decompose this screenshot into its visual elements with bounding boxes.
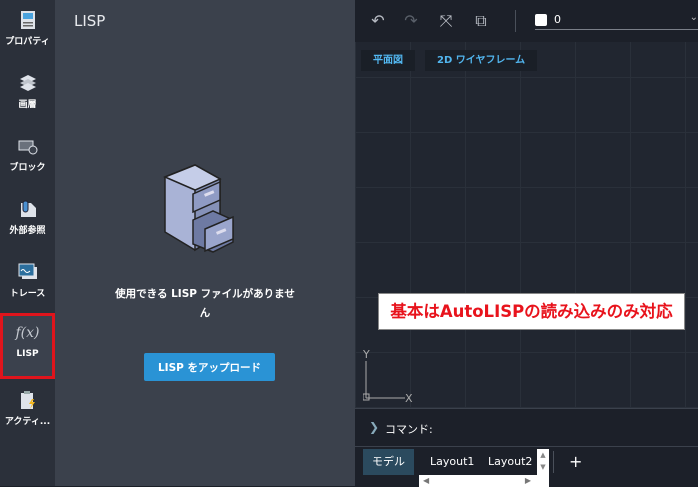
drawing-viewport[interactable]: ↶ ↷ ⤧ ⧉ 0 ⌄ 平面図 2D ワイヤフレーム Y X ❯ コマンド: モ…: [355, 0, 698, 487]
xref-icon: [20, 200, 36, 217]
layer-color-swatch: [535, 14, 547, 26]
layer-dropdown[interactable]: 0 ⌄: [535, 12, 698, 30]
tab-divider: [553, 451, 554, 473]
sidebar-item-xref[interactable]: 外部参照: [0, 189, 55, 251]
block-icon: [18, 140, 37, 155]
sidebar-item-label: LISP: [16, 349, 39, 359]
chevron-down-icon: ⌄: [689, 12, 698, 23]
layer-value: 0: [554, 13, 561, 26]
toolbar: ↶ ↷ ⤧ ⧉ 0 ⌄: [355, 0, 698, 42]
visual-style-button[interactable]: 2D ワイヤフレーム: [425, 50, 538, 71]
sidebar-item-activity[interactable]: アクティ...: [0, 380, 55, 442]
sidebar-item-label: アクティ...: [4, 417, 51, 427]
empty-message: 使用できる LISP ファイルがありません: [115, 288, 295, 319]
sidebar-item-label: 画層: [18, 100, 37, 110]
activity-icon: [20, 391, 35, 409]
add-tab-button[interactable]: +: [560, 449, 591, 475]
sidebar-item-label: ブロック: [9, 163, 46, 173]
trace-icon: [18, 263, 37, 279]
sidebar: プロパティ 画層 ブロック 外部参照 トレース f(x) LISP アクティ..…: [0, 0, 55, 486]
undo-icon[interactable]: ↶: [367, 10, 389, 32]
function-icon: f(x): [15, 325, 40, 341]
sidebar-item-label: 外部参照: [9, 226, 46, 236]
sidebar-item-properties[interactable]: プロパティ: [0, 0, 55, 62]
tab-layout1[interactable]: Layout1: [421, 449, 483, 475]
tab-layout2[interactable]: Layout2: [479, 449, 541, 475]
panel-title: LISP: [74, 12, 106, 30]
layout-tabs: モデル Layout1 Layout2 ▲ ▼ + ◀ ▶: [355, 446, 698, 487]
tab-scrollbar-vertical[interactable]: ▲ ▼: [537, 449, 549, 475]
view-button[interactable]: 平面図: [361, 50, 415, 71]
sidebar-item-lisp[interactable]: f(x) LISP: [0, 313, 55, 379]
toolbar-divider: [515, 10, 516, 32]
tab-model[interactable]: モデル: [363, 449, 414, 475]
annotation-callout: 基本はAutoLISPの読み込みのみ対応: [378, 293, 685, 330]
redo-icon[interactable]: ↷: [400, 10, 422, 32]
chevron-right-icon: ❯: [369, 420, 380, 434]
file-cabinet-icon: [163, 164, 234, 253]
command-label: コマンド:: [385, 423, 433, 436]
properties-icon: [20, 11, 35, 29]
tab-scrollbar-horizontal[interactable]: ◀ ▶: [419, 475, 549, 487]
sidebar-item-trace[interactable]: トレース: [0, 252, 55, 314]
zoom-extents-icon[interactable]: ⤧: [435, 10, 457, 32]
sidebar-item-layers[interactable]: 画層: [0, 63, 55, 125]
upload-lisp-button[interactable]: LISP をアップロード: [144, 353, 275, 381]
sidebar-item-label: トレース: [9, 289, 46, 299]
ucs-icon: Y X: [363, 348, 413, 402]
lisp-panel: LISP 使用できる LISP ファイルがありません LISP をアップロード: [55, 0, 355, 486]
ucs-x-label: X: [405, 392, 413, 402]
layers-icon: [19, 75, 36, 91]
sidebar-item-block[interactable]: ブロック: [0, 126, 55, 188]
sidebar-item-label: プロパティ: [5, 37, 50, 47]
ucs-y-label: Y: [363, 348, 370, 361]
command-line[interactable]: ❯ コマンド:: [355, 408, 698, 446]
zoom-window-icon[interactable]: ⧉: [470, 10, 492, 32]
